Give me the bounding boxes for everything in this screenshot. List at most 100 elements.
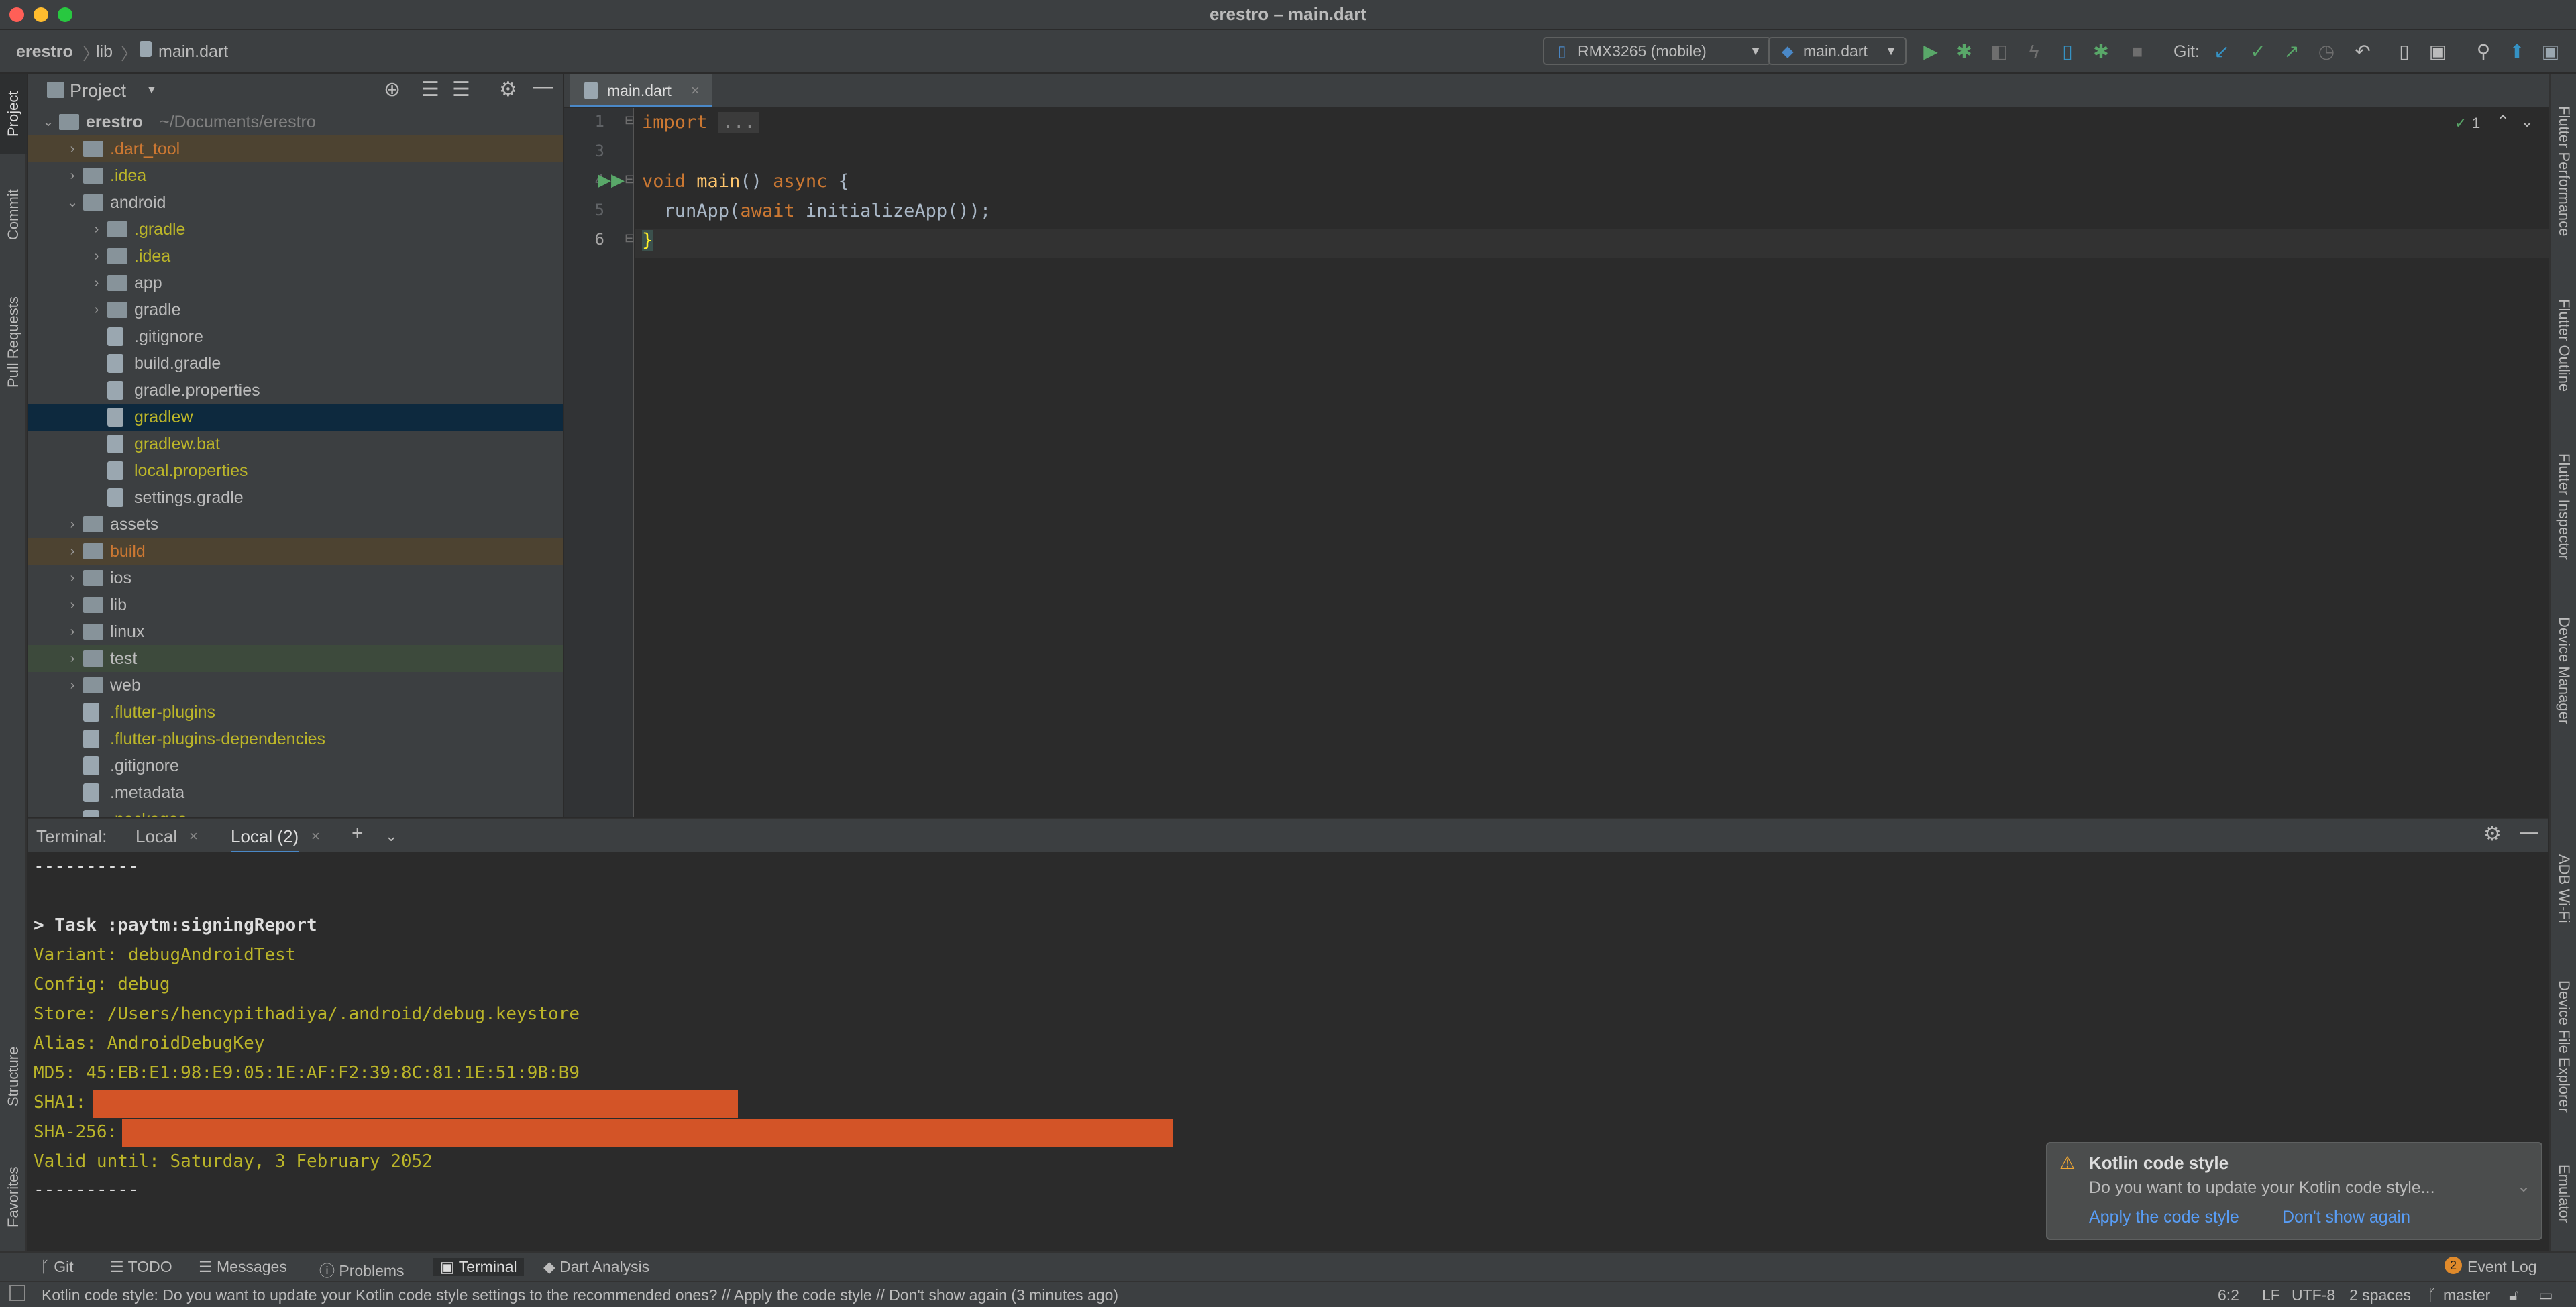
fold-icon[interactable]: ⊟ bbox=[625, 113, 635, 127]
hot-reload-icon[interactable]: ϟ bbox=[2022, 40, 2046, 64]
run-with-coverage-icon[interactable]: ◧ bbox=[1987, 40, 2011, 64]
fold-icon[interactable]: ⊟ bbox=[625, 172, 635, 186]
chevron-right-icon[interactable]: › bbox=[66, 591, 79, 618]
update-icon[interactable]: ⬆ bbox=[2505, 40, 2529, 64]
chevron-right-icon[interactable]: › bbox=[66, 511, 79, 538]
tool-tab-structure[interactable]: Structure bbox=[0, 1026, 27, 1127]
tool-tab-dart-analysis[interactable]: ◆ Dart Analysis bbox=[543, 1258, 649, 1276]
tree-item[interactable]: › app bbox=[28, 270, 563, 296]
locate-file-icon[interactable]: ⊕ bbox=[384, 78, 400, 101]
hide-panel-icon[interactable]: — bbox=[533, 75, 553, 98]
chevron-right-icon[interactable]: › bbox=[66, 645, 79, 672]
tree-item[interactable]: .flutter-plugins-dependencies bbox=[28, 726, 563, 752]
tree-item[interactable]: .metadata bbox=[28, 779, 563, 806]
tree-item[interactable]: › lib bbox=[28, 591, 563, 618]
chevron-down-icon[interactable]: ⌄ bbox=[42, 109, 55, 135]
tool-tab-project[interactable]: Project bbox=[0, 74, 27, 154]
git-commit-icon[interactable]: ✓ bbox=[2246, 40, 2270, 64]
tree-item[interactable]: › assets bbox=[28, 511, 563, 538]
debug-icon[interactable]: ✱ bbox=[1952, 40, 1976, 64]
editor-tab-main-dart[interactable]: main.dart × bbox=[570, 74, 712, 107]
gear-icon[interactable]: ⚙ bbox=[499, 78, 517, 101]
chevron-up-icon[interactable]: ⌃ bbox=[2496, 112, 2510, 131]
chevron-down-icon[interactable]: ⌄ bbox=[66, 189, 79, 216]
breadcrumb-folder[interactable]: lib bbox=[96, 42, 113, 62]
chevron-right-icon[interactable]: › bbox=[66, 618, 79, 645]
new-tab-icon[interactable]: + bbox=[352, 822, 364, 845]
tool-tab-adb-wifi[interactable]: ADB Wi-Fi bbox=[2551, 838, 2576, 939]
expand-all-icon[interactable]: ☰ bbox=[421, 78, 439, 101]
tree-item[interactable]: › test bbox=[28, 645, 563, 672]
tree-item[interactable]: local.properties bbox=[28, 457, 563, 484]
indent-setting[interactable]: 2 spaces bbox=[2349, 1286, 2411, 1304]
terminal-tab-local-2[interactable]: Local (2) bbox=[231, 826, 299, 854]
tree-item[interactable]: gradle.properties bbox=[28, 377, 563, 404]
status-message[interactable]: Kotlin code style: Do you want to update… bbox=[42, 1286, 1118, 1304]
tree-item[interactable]: ⌄ android bbox=[28, 189, 563, 216]
stop-icon[interactable]: ■ bbox=[2125, 40, 2149, 64]
chevron-down-icon[interactable]: ⌄ bbox=[385, 828, 397, 845]
tree-item[interactable]: › .idea bbox=[28, 243, 563, 270]
tree-item[interactable]: › .gradle bbox=[28, 216, 563, 243]
caret-position[interactable]: 6:2 bbox=[2218, 1286, 2239, 1304]
close-icon[interactable]: × bbox=[189, 828, 198, 845]
run-gutter-icon[interactable]: ▶▶ bbox=[598, 170, 625, 190]
chevron-right-icon[interactable]: › bbox=[90, 243, 103, 270]
inspection-check-icon[interactable]: ✓ bbox=[2455, 115, 2467, 132]
tool-tab-favorites[interactable]: Favorites bbox=[0, 1147, 27, 1247]
tree-item-root[interactable]: ⌄ erestro ~/Documents/erestro bbox=[28, 109, 563, 135]
chevron-down-icon[interactable]: ⌄ bbox=[2520, 112, 2534, 131]
tool-tab-emulator[interactable]: Emulator bbox=[2551, 1147, 2576, 1241]
hide-panel-icon[interactable]: — bbox=[2520, 821, 2538, 842]
chevron-right-icon[interactable]: › bbox=[66, 162, 79, 189]
run-configuration-selector[interactable]: ◆ main.dart ▼ bbox=[1768, 37, 1907, 65]
chevron-down-icon[interactable]: ⌄ bbox=[2517, 1177, 2530, 1196]
memory-indicator-icon[interactable]: ▭ bbox=[2538, 1286, 2553, 1304]
rollback-icon[interactable]: ↶ bbox=[2351, 40, 2375, 64]
file-encoding[interactable]: UTF-8 bbox=[2292, 1286, 2335, 1304]
tree-item[interactable]: .gitignore bbox=[28, 323, 563, 350]
breadcrumb-project[interactable]: erestro bbox=[16, 42, 73, 62]
tool-tab-event-log[interactable]: Event Log bbox=[2467, 1258, 2537, 1276]
tool-tab-git[interactable]: ᚴ Git bbox=[40, 1258, 74, 1276]
tool-tab-todo[interactable]: ☰ TODO bbox=[110, 1258, 172, 1276]
sdk-manager-icon[interactable]: ▣ bbox=[2426, 40, 2450, 64]
history-icon[interactable]: ◷ bbox=[2314, 40, 2339, 64]
search-icon[interactable]: ⚲ bbox=[2471, 40, 2496, 64]
tool-tab-flutter-inspector[interactable]: Flutter Inspector bbox=[2551, 429, 2576, 583]
tree-item[interactable]: › web bbox=[28, 672, 563, 699]
project-view-selector[interactable]: Project bbox=[70, 80, 126, 101]
tree-item[interactable]: settings.gradle bbox=[28, 484, 563, 511]
tree-item[interactable]: .gitignore bbox=[28, 752, 563, 779]
git-update-icon[interactable]: ↙ bbox=[2210, 40, 2234, 64]
lock-icon[interactable]: 🔓︎ bbox=[2509, 1286, 2519, 1304]
chevron-right-icon[interactable]: › bbox=[66, 135, 79, 162]
tool-tab-device-manager[interactable]: Device Manager bbox=[2551, 597, 2576, 744]
tool-tab-pull-requests[interactable]: Pull Requests bbox=[0, 275, 27, 409]
terminal-tab-local[interactable]: Local bbox=[136, 826, 177, 847]
git-branch[interactable]: master bbox=[2443, 1286, 2490, 1304]
chevron-right-icon[interactable]: › bbox=[90, 216, 103, 243]
folded-imports[interactable]: ... bbox=[718, 112, 759, 133]
close-icon[interactable]: × bbox=[691, 74, 700, 107]
tool-tab-device-file-explorer[interactable]: Device File Explorer bbox=[2551, 959, 2576, 1133]
tree-item[interactable]: › linux bbox=[28, 618, 563, 645]
chevron-down-icon[interactable]: ▼ bbox=[146, 84, 157, 97]
chevron-right-icon[interactable]: › bbox=[66, 565, 79, 591]
tree-item[interactable]: › .dart_tool bbox=[28, 135, 563, 162]
tool-tab-commit[interactable]: Commit bbox=[0, 174, 27, 255]
tool-tab-flutter-performance[interactable]: Flutter Performance bbox=[2551, 87, 2576, 255]
chevron-right-icon[interactable]: › bbox=[66, 538, 79, 565]
line-separator[interactable]: LF bbox=[2262, 1286, 2280, 1304]
tree-item[interactable]: › ios bbox=[28, 565, 563, 591]
device-manager-icon[interactable]: ▯ bbox=[2392, 40, 2416, 64]
tree-item[interactable]: build.gradle bbox=[28, 350, 563, 377]
breadcrumb-file[interactable]: main.dart bbox=[158, 42, 228, 62]
code-editor[interactable]: 1 3 4 5 6 ▶▶ ⊟ ⊟ ⊟ import ... void main(… bbox=[564, 108, 2549, 817]
hot-restart-icon[interactable]: ▯ bbox=[2055, 40, 2080, 64]
close-icon[interactable]: × bbox=[311, 828, 320, 845]
tree-item[interactable]: .packages bbox=[28, 806, 563, 817]
tree-item[interactable]: › gradle bbox=[28, 296, 563, 323]
tool-tab-terminal[interactable]: ▣ Terminal bbox=[433, 1258, 524, 1276]
tree-item[interactable]: › build bbox=[28, 538, 563, 565]
